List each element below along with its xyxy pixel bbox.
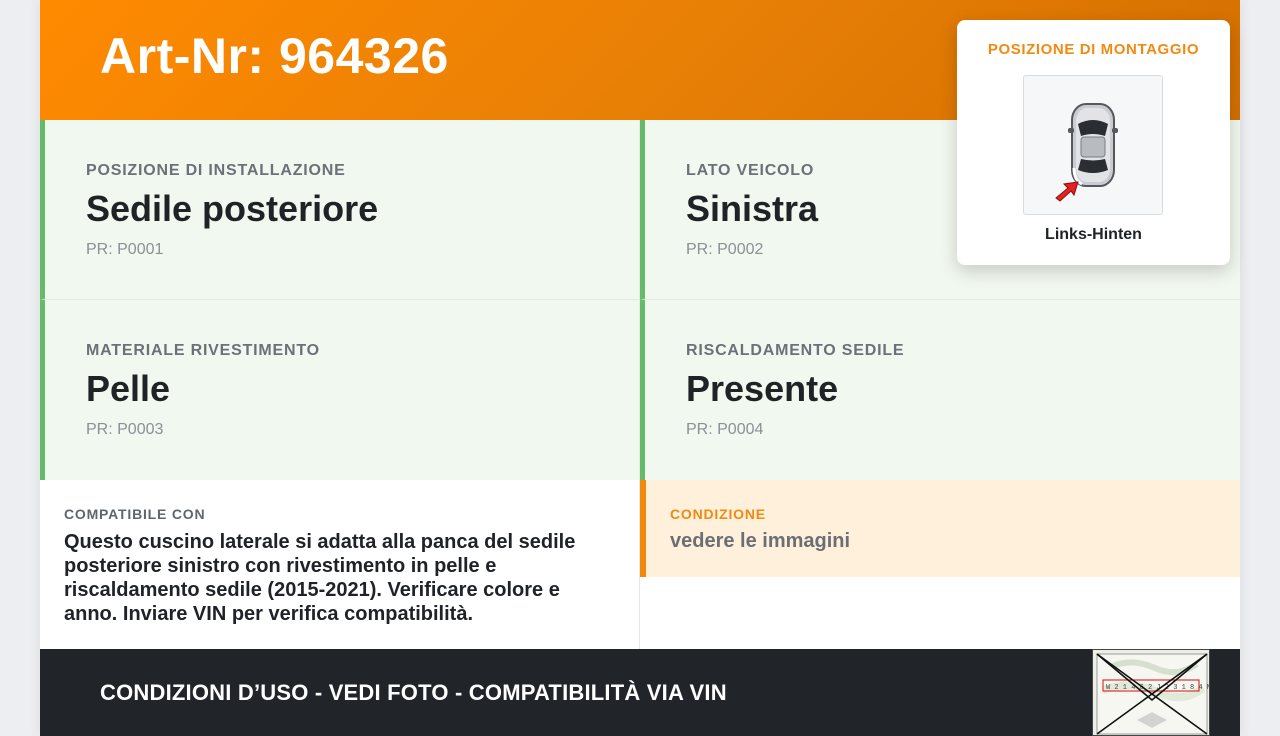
property-value: Sinistra (686, 188, 819, 229)
compatibility-text: Questo cuscino laterale si adatta alla p… (64, 531, 576, 625)
property-label: POSIZIONE DI INSTALLAZIONE (86, 162, 346, 179)
vin-document-thumbnail[interactable]: W 2 1 4 6 2 J 2 3 1 8 4 Mercedes-Benz (1092, 649, 1210, 736)
compatibility-section: COMPATIBILE CON Questo cuscino laterale … (40, 480, 640, 649)
footer-terms-text: CONDIZIONI D’USO - VEDI FOTO - COMPATIBI… (100, 680, 727, 705)
property-label: LATO VEICOLO (686, 162, 815, 179)
car-top-view-icon (1023, 75, 1163, 215)
property-label: MATERIALE RIVESTIMENTO (86, 342, 320, 359)
vin-document-text: W 2 1 4 6 2 J 2 3 1 8 4 Mercedes-Benz (1106, 684, 1210, 692)
property-seat-heating: RISCALDAMENTO SEDILE Presente PR: P0004 (640, 300, 1240, 480)
car-diagram (1055, 103, 1118, 202)
property-installation-position: POSIZIONE DI INSTALLAZIONE Sedile poster… (40, 120, 640, 300)
condition-value: vedere le immagini (670, 530, 851, 552)
property-code: PR: P0004 (686, 421, 764, 438)
property-value: Sedile posteriore (86, 188, 379, 229)
property-code: PR: P0001 (86, 241, 164, 258)
property-code: PR: P0003 (86, 421, 164, 438)
mounting-position-popover: POSIZIONE DI MONTAGGIO Links-Hinten (957, 20, 1230, 265)
property-value: Pelle (86, 368, 171, 409)
footer-bar: CONDIZIONI D’USO - VEDI FOTO - COMPATIBI… (40, 649, 1240, 736)
rear-left-arrow-icon (1055, 181, 1079, 202)
vin-document-image: W 2 1 4 6 2 J 2 3 1 8 4 Mercedes-Benz (1093, 650, 1210, 735)
mounting-position-caption: Links-Hinten (1045, 226, 1142, 243)
property-cover-material: MATERIALE RIVESTIMENTO Pelle PR: P0003 (40, 300, 640, 480)
compatibility-label: COMPATIBILE CON (64, 506, 206, 522)
mounting-position-title: POSIZIONE DI MONTAGGIO (987, 41, 1200, 58)
property-code: PR: P0002 (686, 241, 764, 258)
article-number-title: Art-Nr: 964326 (100, 28, 449, 84)
property-value: Presente (686, 368, 839, 409)
condition-label: CONDIZIONE (670, 506, 766, 522)
property-label: RISCALDAMENTO SEDILE (686, 342, 905, 359)
condition-section: CONDIZIONE vedere le immagini (640, 480, 1240, 577)
